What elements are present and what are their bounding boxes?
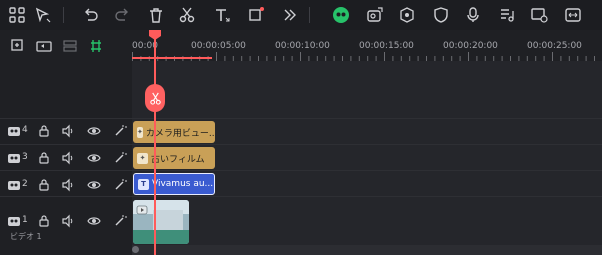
ruler-tick-label: 00:00:25:00 — [527, 41, 582, 51]
ruler-tick-label: 00:00:20:00 — [443, 41, 498, 51]
more-icon[interactable] — [279, 4, 301, 26]
clip-label: 古いフィルム — [151, 154, 205, 165]
track-divider — [0, 196, 602, 197]
toolbar-divider — [309, 7, 310, 23]
record-icon[interactable] — [396, 4, 418, 26]
magic-wand-icon[interactable] — [112, 177, 128, 193]
delete-icon[interactable] — [145, 4, 167, 26]
track-number: 1 — [22, 215, 28, 225]
top-toolbar — [0, 0, 602, 30]
sticker-icon[interactable] — [364, 4, 386, 26]
magic-wand-icon[interactable] — [112, 213, 128, 229]
ruler-tick-label: 00:00:05:00 — [191, 41, 246, 51]
track-divider — [0, 118, 602, 119]
undo-icon[interactable] — [80, 4, 102, 26]
track-number: 2 — [22, 179, 28, 189]
link-icon[interactable] — [86, 36, 106, 56]
video-thumbnail — [133, 200, 189, 244]
ruler-tick-label: 00:00:10:00 — [275, 41, 330, 51]
track-header-2: 2 — [0, 174, 132, 196]
text-icon[interactable] — [211, 4, 233, 26]
lock-icon[interactable] — [36, 150, 52, 166]
eye-icon[interactable] — [86, 177, 102, 193]
video-track-label: ビデオ 1 — [10, 232, 42, 241]
timeline-scrollbar[interactable] — [132, 245, 602, 255]
track-divider — [0, 170, 602, 171]
add-track-icon[interactable] — [8, 36, 28, 56]
magic-wand-icon[interactable] — [112, 123, 128, 139]
music-list-icon[interactable] — [496, 4, 518, 26]
layers-icon[interactable] — [60, 36, 80, 56]
video-clip[interactable] — [133, 200, 189, 244]
cut-icon[interactable] — [176, 4, 198, 26]
text-icon: T — [138, 178, 149, 190]
grid-icon[interactable] — [6, 4, 28, 26]
track-header-4: 4 — [0, 120, 132, 142]
track-header-1: 1 — [0, 210, 132, 232]
speaker-icon[interactable] — [60, 213, 76, 229]
clip-label: Vivamus au... — [152, 179, 214, 189]
track-number: 3 — [22, 152, 28, 162]
lock-icon[interactable] — [36, 213, 52, 229]
speaker-icon[interactable] — [60, 123, 76, 139]
effect-clip[interactable]: ✦ カメラ用ビュー... — [133, 121, 215, 143]
track-number: 4 — [22, 125, 28, 135]
effect-icon: ✦ — [137, 152, 148, 164]
effect-icon: ✦ — [137, 126, 143, 138]
group-icon[interactable] — [34, 36, 54, 56]
lock-icon[interactable] — [36, 177, 52, 193]
mic-icon[interactable] — [462, 4, 484, 26]
speaker-icon[interactable] — [60, 177, 76, 193]
playhead[interactable] — [154, 30, 156, 255]
screen-add-icon[interactable] — [528, 4, 550, 26]
split-button[interactable] — [145, 84, 165, 112]
crop-icon[interactable] — [245, 4, 267, 26]
ai-icon[interactable] — [330, 4, 352, 26]
scissors-icon — [149, 92, 161, 105]
ruler-tick-label: 00:00:15:00 — [359, 41, 414, 51]
clip-label: カメラ用ビュー... — [145, 128, 215, 139]
eye-icon[interactable] — [86, 150, 102, 166]
scroll-handle[interactable] — [132, 246, 139, 253]
redo-icon[interactable] — [111, 4, 133, 26]
toolbar-divider — [63, 7, 64, 23]
track-type-icon — [6, 123, 22, 139]
shield-icon[interactable] — [430, 4, 452, 26]
eye-icon[interactable] — [86, 123, 102, 139]
magic-wand-icon[interactable] — [112, 150, 128, 166]
track-divider — [0, 144, 602, 145]
lock-icon[interactable] — [36, 123, 52, 139]
track-type-icon — [6, 150, 22, 166]
track-type-icon — [6, 213, 22, 229]
text-clip[interactable]: T Vivamus au... — [133, 173, 215, 195]
eye-icon[interactable] — [86, 213, 102, 229]
fit-icon[interactable] — [562, 4, 584, 26]
playback-range-bar — [132, 57, 212, 59]
track-type-icon — [6, 177, 22, 193]
select-icon[interactable] — [32, 4, 54, 26]
effect-clip[interactable]: ✦ 古いフィルム — [133, 147, 215, 169]
track-header-3: 3 — [0, 147, 132, 169]
speaker-icon[interactable] — [60, 150, 76, 166]
